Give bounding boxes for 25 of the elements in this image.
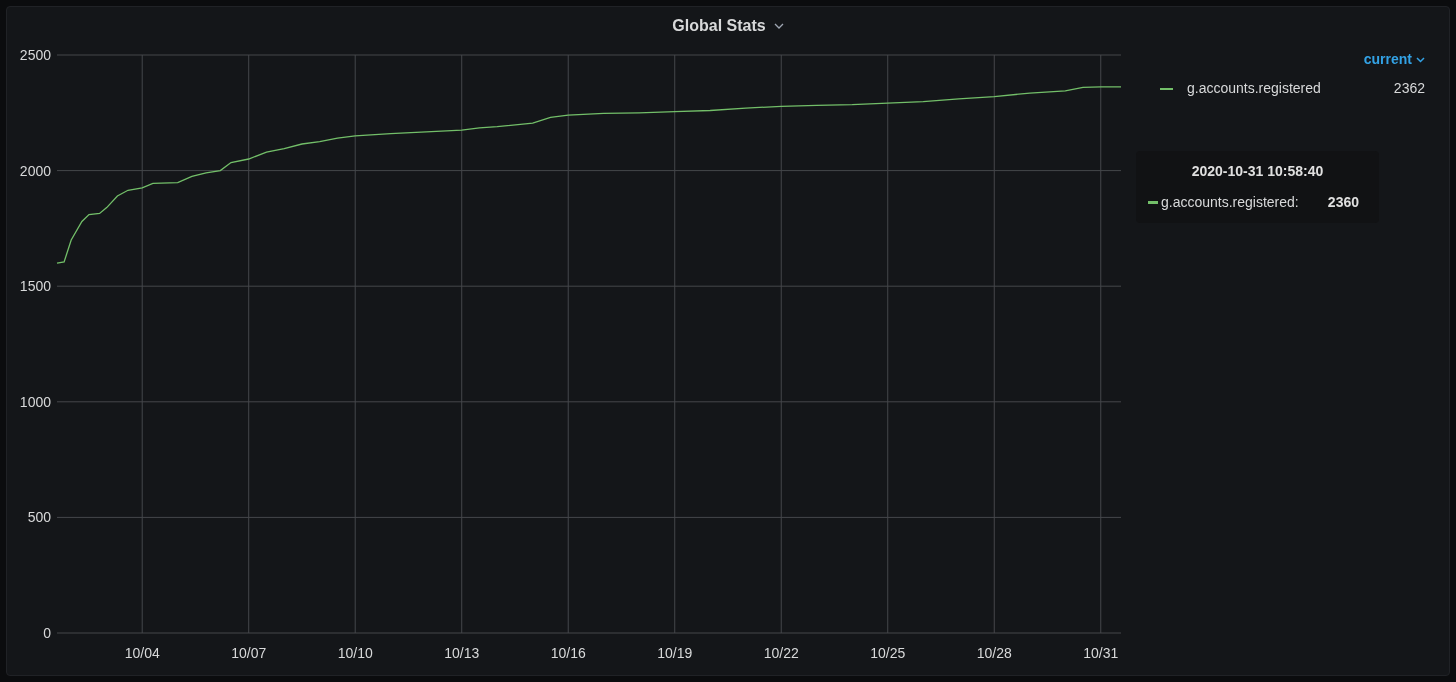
x-axis-label: 10/31	[1083, 645, 1119, 661]
x-axis-label: 10/13	[444, 645, 480, 661]
y-axis-label: 1000	[19, 393, 51, 410]
y-axis-label: 0	[43, 625, 51, 641]
legend-series-name[interactable]: g.accounts.registered	[1187, 78, 1394, 99]
x-axis-label: 10/22	[763, 645, 799, 661]
legend-sort-button[interactable]: current	[1363, 49, 1412, 70]
x-axis-label: 10/04	[124, 645, 160, 661]
chevron-down-icon[interactable]	[1416, 56, 1425, 63]
tooltip-value: 2360	[1327, 193, 1360, 212]
y-axis-label: 2500	[19, 47, 51, 63]
x-axis-label: 10/28	[976, 645, 1012, 661]
x-axis-label: 10/19	[657, 645, 693, 661]
legend-value: 2362	[1393, 79, 1425, 98]
x-axis-label: 10/07	[231, 645, 267, 661]
y-axis-label: 2000	[19, 162, 51, 179]
x-axis-label: 10/16	[550, 645, 586, 661]
y-axis-label: 1500	[19, 278, 51, 295]
tooltip-series-name: g.accounts.registered:	[1161, 193, 1300, 212]
x-axis-label: 10/25	[870, 645, 906, 661]
chevron-down-icon[interactable]	[773, 23, 784, 29]
panel-title[interactable]: Global Stats	[672, 14, 766, 38]
y-axis-label: 500	[27, 509, 51, 526]
tooltip-time: 2020-10-31 10:58:40	[1191, 162, 1324, 181]
x-axis-label: 10/10	[337, 645, 373, 661]
